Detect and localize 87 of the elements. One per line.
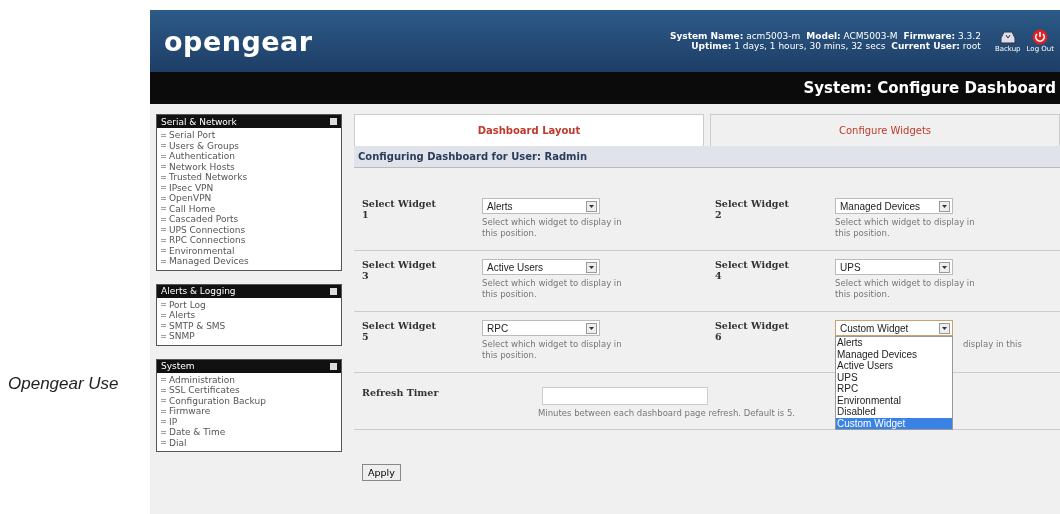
bullet-icon — [161, 420, 166, 424]
tray-icon — [998, 29, 1017, 45]
widget-select[interactable]: UPS — [835, 259, 953, 275]
section-title: Configuring Dashboard for User: Radmin — [354, 146, 1060, 168]
page-title: System: Configure Dashboard — [803, 79, 1056, 97]
system-info-text: Firmware: 3.3.2 — [903, 31, 981, 41]
menu-link[interactable]: Administration — [161, 374, 337, 385]
collapse-icon[interactable] — [330, 287, 337, 295]
menu-link[interactable]: SMTP & SMS — [161, 320, 337, 331]
field-hint: Select which widget to display in this position. — [482, 217, 623, 239]
menu-link[interactable]: Firmware — [161, 406, 337, 417]
power-icon — [1032, 29, 1049, 45]
menu-link[interactable]: OpenVPN — [161, 193, 337, 204]
panel-title: System — [161, 361, 195, 371]
widget-select[interactable]: Managed Devices — [835, 198, 953, 214]
bullet-icon — [161, 324, 166, 328]
bullet-icon — [161, 207, 166, 211]
bullet-icon — [161, 154, 166, 158]
panel-title: Serial & Network — [161, 116, 237, 127]
system-info-text: Model: ACM5003-M — [806, 31, 898, 41]
field-label: Select Widget 3 — [362, 259, 437, 283]
bullet-icon — [161, 388, 166, 392]
menu-link[interactable]: Alerts — [161, 310, 337, 321]
refresh-input[interactable] — [542, 387, 708, 405]
bullet-icon — [161, 409, 166, 413]
field-label: Select Widget 4 — [715, 259, 790, 283]
widget-select[interactable]: Alerts — [482, 198, 600, 214]
panel-title: Alerts & Logging — [161, 286, 236, 296]
bullet-icon — [161, 133, 166, 137]
menu-link[interactable]: Trusted Networks — [161, 172, 337, 183]
system-info-text: System Name: acm5003-m — [669, 31, 801, 41]
bullet-icon — [161, 249, 166, 253]
bullet-icon — [161, 217, 166, 221]
bullet-icon — [161, 259, 166, 263]
menu-link[interactable]: Managed Devices — [161, 256, 337, 267]
menu-link[interactable]: Date & Time — [161, 427, 337, 438]
menu-link[interactable]: Environmental — [161, 245, 337, 256]
field-hint: Select which widget to display in this position. — [482, 339, 623, 361]
field-hint: Select which widget to display in this position. — [835, 217, 976, 239]
system-info-text: Current User: root — [891, 41, 981, 51]
menu-link[interactable]: IP — [161, 416, 337, 427]
menu-link[interactable]: Call Home — [161, 203, 337, 214]
bullet-icon — [161, 441, 166, 445]
field-label: Select Widget 2 — [715, 198, 790, 222]
bullet-icon — [161, 196, 166, 200]
bullet-icon — [161, 430, 166, 434]
menu-link[interactable]: SNMP — [161, 331, 337, 342]
field-label: Select Widget 5 — [362, 320, 437, 344]
widget-select[interactable]: Active Users — [482, 259, 600, 275]
menu-link[interactable]: Serial Port — [161, 130, 337, 141]
bullet-icon — [161, 378, 166, 382]
bullet-icon — [161, 399, 166, 403]
bullet-icon — [161, 334, 166, 338]
menu-link[interactable]: Network Hosts — [161, 161, 337, 172]
field-label: Select Widget 6 — [715, 320, 790, 344]
logo: opengear — [164, 25, 313, 57]
menu-link[interactable]: RPC Connections — [161, 235, 337, 246]
menu-link[interactable]: Authentication — [161, 151, 337, 162]
collapse-icon[interactable] — [330, 362, 337, 370]
field-hint: Select which widget to display in this position. — [482, 278, 623, 300]
menu-link[interactable]: Configuration Backup — [161, 395, 337, 406]
menu-link[interactable]: Users & Groups — [161, 140, 337, 151]
tab[interactable]: Configure Widgets — [710, 114, 1060, 146]
bullet-icon — [161, 175, 166, 179]
field-label: Select Widget 1 — [362, 198, 437, 222]
widget-select[interactable]: Custom Widget — [835, 320, 953, 336]
field-hint: display in this — [963, 339, 1022, 350]
menu-link[interactable]: IPsec VPN — [161, 182, 337, 193]
bullet-icon — [161, 238, 166, 242]
field-hint: Select which widget to display in this position. — [835, 278, 976, 300]
field-hint: Minutes between each dashboard page refresh. Default is 5. — [538, 408, 796, 419]
caption-text: Opengear Use — [8, 374, 119, 394]
apply-button[interactable]: Apply — [362, 464, 401, 481]
bullet-icon — [161, 165, 166, 169]
bullet-icon — [161, 144, 166, 148]
menu-link[interactable]: Cascaded Ports — [161, 214, 337, 225]
tab[interactable]: Dashboard Layout — [354, 114, 704, 146]
menu-link[interactable]: SSL Certificates — [161, 385, 337, 396]
system-info-text: Uptime: 1 days, 1 hours, 30 mins, 32 secs — [691, 41, 886, 51]
menu-link[interactable]: UPS Connections — [161, 224, 337, 235]
bullet-icon — [161, 186, 166, 190]
bullet-icon — [161, 303, 166, 307]
menu-link[interactable]: Dial — [161, 437, 337, 448]
bullet-icon — [161, 228, 166, 232]
menu-link[interactable]: Port Log — [161, 299, 337, 310]
widget-select[interactable]: RPC — [482, 320, 600, 336]
bullet-icon — [161, 313, 166, 317]
